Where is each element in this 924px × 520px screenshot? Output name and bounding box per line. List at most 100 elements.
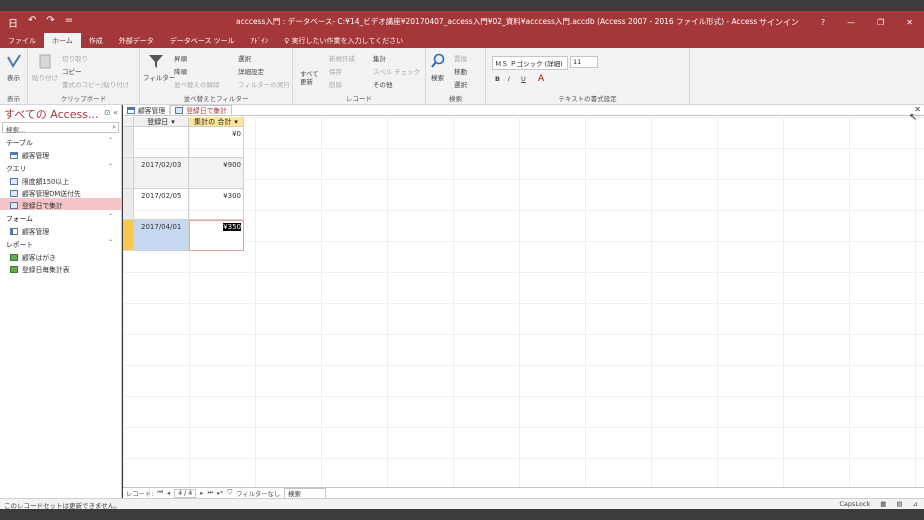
collapse-icon[interactable]: ⌃ xyxy=(108,137,113,144)
restore-button[interactable]: ❐ xyxy=(877,18,884,27)
nav-item-customer-form[interactable]: 顧客管理 xyxy=(0,224,121,236)
advanced-filter-button[interactable]: 詳細設定 xyxy=(238,66,264,76)
copy-button[interactable]: コピー xyxy=(62,66,82,76)
minimize-button[interactable]: — xyxy=(847,18,855,27)
previous-record-icon[interactable]: ◂ xyxy=(167,490,170,497)
doc-tab-customer[interactable]: 顧客管理 xyxy=(123,105,171,115)
dropdown-icon[interactable]: ▾ xyxy=(234,118,238,126)
report-icon xyxy=(10,253,18,261)
find-button[interactable]: 検索 xyxy=(431,72,444,82)
nav-search-input[interactable]: 検索... ⌕ xyxy=(2,122,119,134)
cut-button[interactable]: 切り取り xyxy=(62,53,88,63)
customize-qat-icon[interactable]: = xyxy=(65,15,73,30)
view-button[interactable]: 表示 xyxy=(7,72,20,82)
nav-item-customer-table[interactable]: 顧客管理 xyxy=(0,148,121,160)
spelling-button[interactable]: スペル チェック xyxy=(373,66,420,76)
toggle-filter-button[interactable]: フィルターの実行 xyxy=(238,79,290,89)
nav-item-query-by-date[interactable]: 登録日で集計 xyxy=(0,198,121,210)
nav-category-tables[interactable]: テーブル ⌃ xyxy=(0,134,121,148)
row-selector[interactable] xyxy=(123,189,134,220)
underline-button[interactable]: U xyxy=(521,75,526,83)
first-record-icon[interactable]: ⏮ xyxy=(157,489,163,497)
close-button[interactable]: ✕ xyxy=(906,18,913,27)
goto-button[interactable]: 移動 xyxy=(454,66,467,76)
dropdown-icon[interactable]: ▾ xyxy=(171,118,175,126)
sort-filter-group: フィルター 昇順 降順 並べ替えの解除 選択 詳細設定 フィルターの実行 並べ替… xyxy=(140,48,293,105)
nav-category-reports[interactable]: レポート ⌃ xyxy=(0,236,121,250)
doc-tab-query-by-date[interactable]: 登録日で集計 xyxy=(170,105,232,115)
tab-file[interactable]: ファイル xyxy=(0,33,44,48)
sort-descending-button[interactable]: 降順 xyxy=(174,66,187,76)
save-icon[interactable]: 日 xyxy=(8,15,18,30)
cell-total[interactable]: ¥350 xyxy=(189,220,244,251)
tell-me-box[interactable]: ♀ 実行したい作業を入力してください xyxy=(276,33,411,48)
row-selector[interactable] xyxy=(123,127,134,158)
nav-collapse-icon[interactable]: ⊙ « xyxy=(104,108,118,117)
filter-status[interactable]: フィルターなし xyxy=(236,489,280,498)
more-button[interactable]: その他 xyxy=(373,79,393,89)
nav-category-queries[interactable]: クエリ ⌃ xyxy=(0,160,121,174)
sql-view-icon[interactable]: ▤ xyxy=(896,500,902,508)
sort-ascending-button[interactable]: 昇順 xyxy=(174,53,187,63)
undo-icon[interactable]: ↶ xyxy=(28,15,36,30)
font-size-select[interactable]: 11 xyxy=(570,56,598,68)
new-record-icon[interactable]: ▸* xyxy=(217,490,223,497)
cell-date[interactable]: 2017/02/03 xyxy=(134,158,189,189)
nav-category-forms[interactable]: フォーム ⌃ xyxy=(0,210,121,224)
redo-icon[interactable]: ↷ xyxy=(46,15,54,30)
delete-record-button[interactable]: 削除 xyxy=(329,79,342,89)
collapse-icon[interactable]: ⌃ xyxy=(108,239,113,246)
design-view-icon[interactable]: ⊿ xyxy=(913,500,918,508)
nav-item-query-limit[interactable]: 限度額150以上 xyxy=(0,174,121,186)
tab-create[interactable]: 作成 xyxy=(81,33,111,48)
remove-sort-button[interactable]: 並べ替えの解除 xyxy=(174,79,220,89)
bold-button[interactable]: B xyxy=(495,75,500,83)
tab-addins[interactable]: ｱﾄﾞｲﾝ xyxy=(243,33,277,48)
query-icon xyxy=(10,177,18,185)
selection-filter-button[interactable]: 選択 xyxy=(238,53,251,63)
row-selector[interactable] xyxy=(123,220,134,251)
cell-total[interactable]: ¥0 xyxy=(189,127,244,158)
new-record-button[interactable]: 新規作成 xyxy=(329,53,355,63)
next-record-icon[interactable]: ▸ xyxy=(200,490,203,497)
nav-item-query-dm[interactable]: 顧客管理DM送付先 xyxy=(0,186,121,198)
help-button[interactable]: ? xyxy=(821,18,825,27)
refresh-all-button[interactable]: すべて更新 xyxy=(300,70,322,86)
tab-database-tools[interactable]: データベース ツール xyxy=(162,33,243,48)
font-color-icon[interactable]: A xyxy=(538,74,544,84)
collapse-icon[interactable]: ⌃ xyxy=(108,163,113,170)
column-header-date[interactable]: 登録日 ▾ xyxy=(134,117,189,127)
replace-button[interactable]: 置換 xyxy=(454,53,467,63)
collapse-icon[interactable]: ⌃ xyxy=(108,213,113,220)
nav-item-report-postcard[interactable]: 顧客はがき xyxy=(0,250,121,262)
record-search-input[interactable]: 検索 xyxy=(284,487,327,499)
document-tabs: 顧客管理 登録日で集計 ✕ xyxy=(123,105,924,116)
totals-button[interactable]: 集計 xyxy=(373,53,386,63)
paste-button[interactable]: 貼り付け xyxy=(32,72,58,82)
cell-date[interactable] xyxy=(134,127,189,158)
filter-button[interactable]: フィルター xyxy=(143,72,175,82)
window-title: acccess入門 : データベース- C:¥14_ビデオ講座¥20170407… xyxy=(236,17,758,26)
ribbon-tabs: ファイル ホーム 作成 外部データ データベース ツール ｱﾄﾞｲﾝ ♀ 実行し… xyxy=(0,33,924,48)
column-header-total[interactable]: 集計の 合計 ▾ xyxy=(189,117,244,127)
cell-date[interactable]: 2017/04/01 xyxy=(134,220,189,251)
record-position-input[interactable]: 4 / 4 xyxy=(174,488,197,498)
cell-date[interactable]: 2017/02/05 xyxy=(134,189,189,220)
query-icon xyxy=(10,201,18,209)
select-button[interactable]: 選択 xyxy=(454,79,467,89)
nav-item-report-summary[interactable]: 登録日毎集計表 xyxy=(0,262,121,274)
datasheet-view-icon[interactable]: ▦ xyxy=(880,500,886,508)
font-name-select[interactable]: ＭＳ Ｐゴシック (詳細) xyxy=(492,56,568,70)
save-record-button[interactable]: 保存 xyxy=(329,66,342,76)
tab-home[interactable]: ホーム xyxy=(44,33,81,48)
select-all-corner[interactable] xyxy=(123,117,134,127)
signin-link[interactable]: サインイン xyxy=(759,17,799,28)
cell-total[interactable]: ¥300 xyxy=(189,189,244,220)
tab-external-data[interactable]: 外部データ xyxy=(111,33,162,48)
cell-total[interactable]: ¥900 xyxy=(189,158,244,189)
row-selector[interactable] xyxy=(123,158,134,189)
nav-pane-header[interactable]: すべての Access... ⊙ « xyxy=(0,105,121,121)
last-record-icon[interactable]: ⏭ xyxy=(207,489,213,497)
italic-button[interactable]: I xyxy=(508,75,510,83)
format-painter-button[interactable]: 書式のコピー/貼り付け xyxy=(62,79,129,89)
